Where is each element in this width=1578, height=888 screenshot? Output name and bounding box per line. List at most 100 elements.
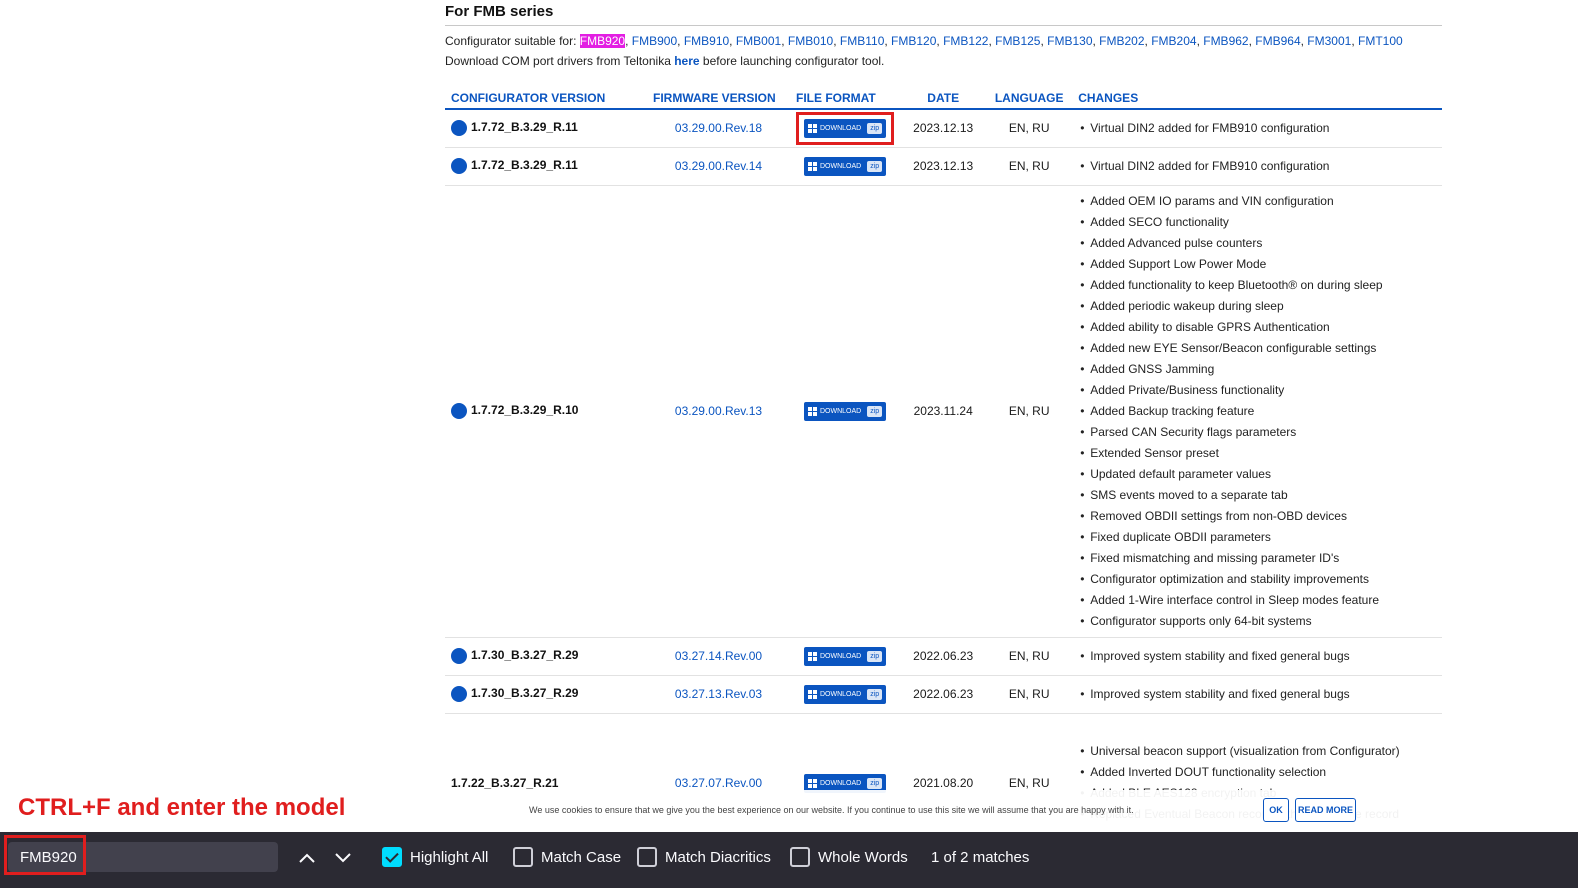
cookie-text: We use cookies to ensure that we give yo…: [529, 805, 1134, 815]
model-link[interactable]: FMB125: [995, 34, 1040, 48]
firmware-link[interactable]: 03.29.00.Rev.13: [675, 404, 762, 418]
cell-language: EN, RU: [986, 675, 1073, 714]
cookie-ok-button[interactable]: OK: [1263, 798, 1289, 822]
cell-format: DOWNLOAD zip: [790, 185, 901, 638]
changes-list: Improved system stability and fixed gene…: [1078, 644, 1436, 669]
change-item: Fixed duplicate OBDII parameters: [1078, 527, 1436, 548]
model-link[interactable]: FMB202: [1099, 34, 1144, 48]
match-diacritics-checkbox[interactable]: [637, 847, 657, 867]
table-header-row: CONFIGURATOR VERSION FIRMWARE VERSION FI…: [445, 87, 1442, 110]
windows-icon: [808, 123, 817, 133]
cell-date: 2022.06.23: [900, 637, 987, 676]
zip-badge: zip: [867, 777, 883, 789]
zip-badge: zip: [867, 405, 883, 417]
download-button[interactable]: DOWNLOAD zip: [804, 684, 887, 704]
firmware-link[interactable]: 03.29.00.Rev.18: [675, 121, 762, 135]
cell-date: 2023.11.24: [900, 185, 987, 638]
change-item: Configurator supports only 64-bit system…: [1078, 611, 1436, 632]
change-item: Removed OBDII settings from non-OBD devi…: [1078, 506, 1436, 527]
change-item: Virtual DIN2 added for FMB910 configurat…: [1078, 118, 1436, 139]
change-item: Updated default parameter values: [1078, 464, 1436, 485]
intro-suitable-line: Configurator suitable for: FMB920, FMB90…: [445, 31, 1442, 51]
firmware-link[interactable]: 03.27.13.Rev.03: [675, 687, 762, 701]
download-button[interactable]: DOWNLOAD zip: [804, 646, 887, 666]
cell-firmware: 03.27.14.Rev.00: [647, 637, 790, 676]
cell-language: EN, RU: [986, 185, 1073, 638]
header-language: LANGUAGE: [986, 87, 1073, 110]
change-item: Added ability to disable GPRS Authentica…: [1078, 317, 1436, 338]
download-button[interactable]: DOWNLOAD zip: [804, 401, 887, 421]
changes-list: Virtual DIN2 added for FMB910 configurat…: [1078, 116, 1436, 141]
cell-changes: Virtual DIN2 added for FMB910 configurat…: [1072, 147, 1442, 186]
model-link[interactable]: FMB204: [1151, 34, 1196, 48]
cell-version: 1.7.72_B.3.29_R.11: [445, 147, 647, 186]
cell-firmware: 03.29.00.Rev.18: [647, 109, 790, 148]
version-text: 1.7.22_B.3.27_R.21: [451, 776, 559, 790]
status-dot-icon: [451, 403, 467, 419]
model-link[interactable]: FMB130: [1047, 34, 1092, 48]
firmware-link[interactable]: 03.29.00.Rev.14: [675, 159, 762, 173]
model-link[interactable]: FMT100: [1358, 34, 1403, 48]
change-item: Added Inverted DOUT functionality select…: [1078, 762, 1436, 783]
download-wrap: DOWNLOAD zip: [799, 398, 891, 425]
match-case-option[interactable]: Match Case: [513, 847, 621, 867]
whole-words-option[interactable]: Whole Words: [790, 847, 908, 867]
change-item: Extended Sensor preset: [1078, 443, 1436, 464]
cell-language: EN, RU: [986, 109, 1073, 148]
download-wrap: DOWNLOAD zip: [799, 153, 891, 180]
cell-date: 2023.12.13: [900, 109, 987, 148]
find-next-button[interactable]: [329, 844, 357, 872]
change-item: Improved system stability and fixed gene…: [1078, 684, 1436, 705]
cell-format: DOWNLOAD zip: [790, 637, 901, 676]
model-link-highlighted[interactable]: FMB920: [579, 34, 626, 48]
model-link[interactable]: FMB964: [1255, 34, 1300, 48]
model-link[interactable]: FMB910: [684, 34, 729, 48]
model-links: , FMB900, FMB910, FMB001, FMB010, FMB110…: [625, 34, 1403, 48]
match-diacritics-option[interactable]: Match Diacritics: [637, 847, 771, 867]
model-link[interactable]: FMB122: [943, 34, 988, 48]
download-wrap: DOWNLOAD zip: [799, 643, 891, 670]
model-link[interactable]: FMB120: [891, 34, 936, 48]
change-item: Added 1-Wire interface control in Sleep …: [1078, 590, 1436, 611]
change-item: Added Advanced pulse counters: [1078, 233, 1436, 254]
windows-icon: [808, 161, 817, 171]
cookie-read-more-button[interactable]: READ MORE: [1295, 798, 1356, 822]
cell-firmware: 03.29.00.Rev.13: [647, 185, 790, 638]
highlight-all-checkbox[interactable]: [382, 847, 402, 867]
version-text: 1.7.72_B.3.29_R.11: [471, 120, 578, 135]
firmware-link[interactable]: 03.27.07.Rev.00: [675, 776, 762, 790]
zip-badge: zip: [867, 650, 883, 662]
change-item: SMS events moved to a separate tab: [1078, 485, 1436, 506]
cell-changes: Improved system stability and fixed gene…: [1072, 637, 1442, 676]
windows-icon: [808, 651, 817, 661]
change-item: Virtual DIN2 added for FMB910 configurat…: [1078, 156, 1436, 177]
match-case-checkbox[interactable]: [513, 847, 533, 867]
download-label: DOWNLOAD: [820, 690, 862, 698]
download-button[interactable]: DOWNLOAD zip: [804, 118, 887, 138]
download-button[interactable]: DOWNLOAD zip: [804, 156, 887, 176]
status-dot-icon: [451, 686, 467, 702]
table-body: 1.7.72_B.3.29_R.11 03.29.00.Rev.18 DOWNLOA…: [445, 109, 1442, 854]
model-link[interactable]: FMB962: [1203, 34, 1248, 48]
cell-changes: Improved system stability and fixed gene…: [1072, 675, 1442, 714]
windows-icon: [808, 778, 817, 788]
cell-format: DOWNLOAD zip: [790, 675, 901, 714]
model-link[interactable]: FMB110: [840, 34, 884, 48]
header-changes: CHANGES: [1072, 87, 1442, 110]
model-link[interactable]: FMB001: [736, 34, 781, 48]
model-link[interactable]: FMB900: [632, 34, 677, 48]
firmware-link[interactable]: 03.27.14.Rev.00: [675, 649, 762, 663]
change-item: Added GNSS Jamming: [1078, 359, 1436, 380]
model-link[interactable]: FMB010: [788, 34, 833, 48]
changes-list: Improved system stability and fixed gene…: [1078, 682, 1436, 707]
find-previous-button[interactable]: [293, 844, 321, 872]
whole-words-label: Whole Words: [818, 848, 908, 866]
model-link[interactable]: FM3001: [1307, 34, 1351, 48]
zip-badge: zip: [867, 122, 883, 134]
cell-version: 1.7.30_B.3.27_R.29: [445, 675, 647, 714]
change-item: Added SECO functionality: [1078, 212, 1436, 233]
windows-icon: [808, 406, 817, 416]
whole-words-checkbox[interactable]: [790, 847, 810, 867]
drivers-here-link[interactable]: here: [674, 54, 699, 68]
highlight-all-option[interactable]: Highlight All: [382, 847, 488, 867]
